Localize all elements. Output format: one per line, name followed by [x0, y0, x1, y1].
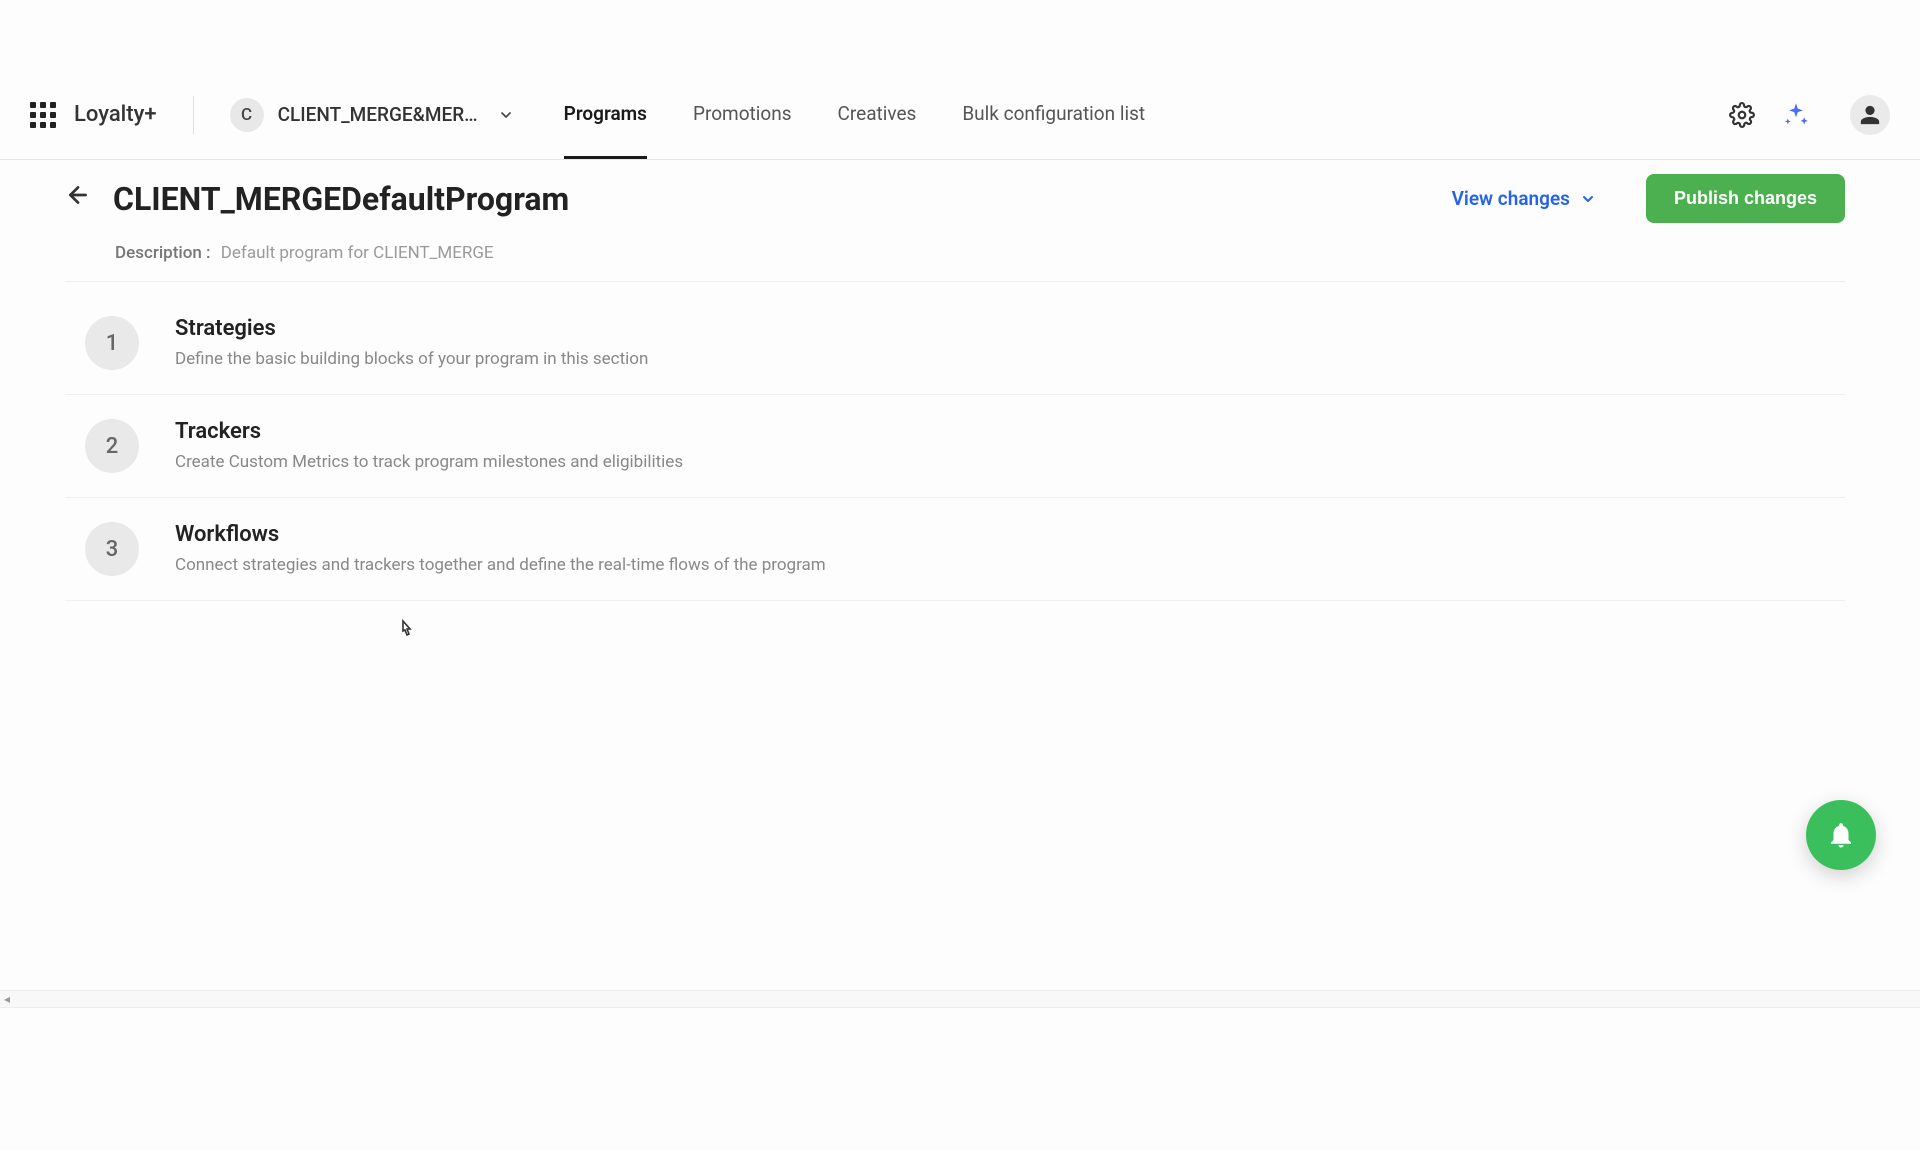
step-title: Strategies	[175, 316, 648, 341]
cursor-icon	[396, 618, 416, 647]
publish-button[interactable]: Publish changes	[1646, 174, 1845, 223]
page-content: CLIENT_MERGEDefaultProgram View changes …	[0, 160, 1920, 601]
tab-bulk[interactable]: Bulk configuration list	[962, 70, 1145, 159]
settings-button[interactable]	[1722, 95, 1762, 135]
sparkle-icon	[1782, 101, 1810, 129]
divider	[193, 96, 194, 134]
step-title: Workflows	[175, 522, 826, 547]
nav-tabs: Programs Promotions Creatives Bulk confi…	[564, 70, 1145, 159]
step-number: 3	[85, 522, 139, 576]
user-avatar[interactable]	[1850, 95, 1890, 135]
step-number: 1	[85, 316, 139, 370]
user-icon	[1859, 104, 1881, 126]
page-title: CLIENT_MERGEDefaultProgram	[113, 180, 569, 218]
notifications-fab[interactable]	[1806, 800, 1876, 870]
page-header: CLIENT_MERGEDefaultProgram View changes …	[65, 174, 1845, 223]
tab-programs[interactable]: Programs	[564, 70, 647, 159]
step-description: Define the basic building blocks of your…	[175, 349, 648, 369]
step-number: 2	[85, 419, 139, 473]
client-badge: C	[230, 98, 264, 132]
apps-grid-icon[interactable]	[30, 102, 56, 128]
description-label: Description :	[115, 243, 211, 263]
tab-creatives[interactable]: Creatives	[838, 70, 917, 159]
step-description: Create Custom Metrics to track program m…	[175, 452, 683, 472]
horizontal-scrollbar[interactable]: ◂	[0, 990, 1920, 1008]
description-text: Default program for CLIENT_MERGE	[221, 243, 494, 263]
view-changes-label: View changes	[1452, 187, 1570, 210]
topbar: Loyalty+ C CLIENT_MERGE&MER… Programs Pr…	[0, 70, 1920, 160]
bell-icon	[1826, 820, 1856, 850]
chevron-down-icon	[498, 107, 514, 123]
view-changes-button[interactable]: View changes	[1452, 187, 1596, 210]
back-button[interactable]	[65, 182, 91, 215]
description-row: Description : Default program for CLIENT…	[65, 243, 1845, 282]
gear-icon	[1729, 102, 1755, 128]
steps-list: 1 Strategies Define the basic building b…	[65, 292, 1845, 601]
scroll-left-arrow-icon[interactable]: ◂	[4, 992, 10, 1006]
step-trackers[interactable]: 2 Trackers Create Custom Metrics to trac…	[65, 395, 1845, 498]
step-strategies[interactable]: 1 Strategies Define the basic building b…	[65, 292, 1845, 395]
chevron-down-icon	[1580, 191, 1596, 207]
client-selector[interactable]: C CLIENT_MERGE&MER…	[230, 98, 514, 132]
client-name: CLIENT_MERGE&MER…	[278, 103, 478, 126]
tab-promotions[interactable]: Promotions	[693, 70, 792, 159]
step-workflows[interactable]: 3 Workflows Connect strategies and track…	[65, 498, 1845, 601]
brand-label: Loyalty+	[74, 102, 157, 127]
step-description: Connect strategies and trackers together…	[175, 555, 826, 575]
arrow-left-icon	[65, 182, 91, 208]
step-title: Trackers	[175, 419, 683, 444]
ai-assist-button[interactable]	[1776, 95, 1816, 135]
